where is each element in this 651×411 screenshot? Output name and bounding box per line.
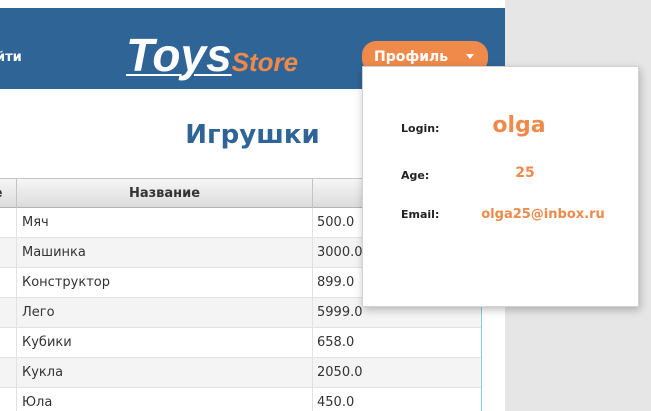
age-label: Age:: [401, 169, 430, 182]
table-cell: [0, 208, 17, 237]
table-cell-name: Кубики: [17, 328, 313, 357]
table-cell-name: Лего: [17, 298, 313, 327]
table-cell: [0, 268, 17, 297]
table-cell: [0, 358, 17, 387]
table-cell-name: Мяч: [17, 208, 313, 237]
logo-main-text: Toys: [126, 29, 232, 81]
login-value: olga: [492, 113, 546, 138]
table-cell: [0, 238, 17, 267]
table-cell: [0, 328, 17, 357]
chevron-down-icon: [466, 54, 474, 59]
table-row[interactable]: Кукла 2050.0: [0, 358, 481, 388]
exit-link[interactable]: йти: [0, 50, 22, 65]
column-header-name[interactable]: Название: [17, 179, 313, 208]
table-cell-name: Машинка: [17, 238, 313, 267]
table-row[interactable]: Юла 450.0: [0, 388, 481, 411]
table-cell: [0, 298, 17, 327]
table-cell-price: 2050.0: [317, 365, 363, 380]
email-label: Email:: [401, 208, 440, 221]
table-cell-name: Кукла: [17, 358, 313, 387]
logo: ToysStore: [126, 28, 298, 82]
table-cell-price: 450.0: [317, 395, 355, 410]
login-label: Login:: [401, 122, 440, 135]
email-value: olga25@inbox.ru: [481, 207, 605, 222]
logo-sub-text: Store: [231, 47, 299, 77]
table-cell-name: Юла: [17, 388, 313, 411]
age-value: 25: [515, 165, 535, 181]
profile-button-label: Профиль: [374, 49, 449, 65]
table-row[interactable]: Кубики 658.0: [0, 328, 481, 358]
table-cell-price: 658.0: [317, 335, 355, 350]
column-header-first[interactable]: е: [0, 179, 17, 208]
table-cell: [0, 388, 17, 411]
profile-popup: Login: olga Age: 25 Email: olga25@inbox.…: [362, 66, 639, 307]
table-cell-name: Конструктор: [17, 268, 313, 297]
